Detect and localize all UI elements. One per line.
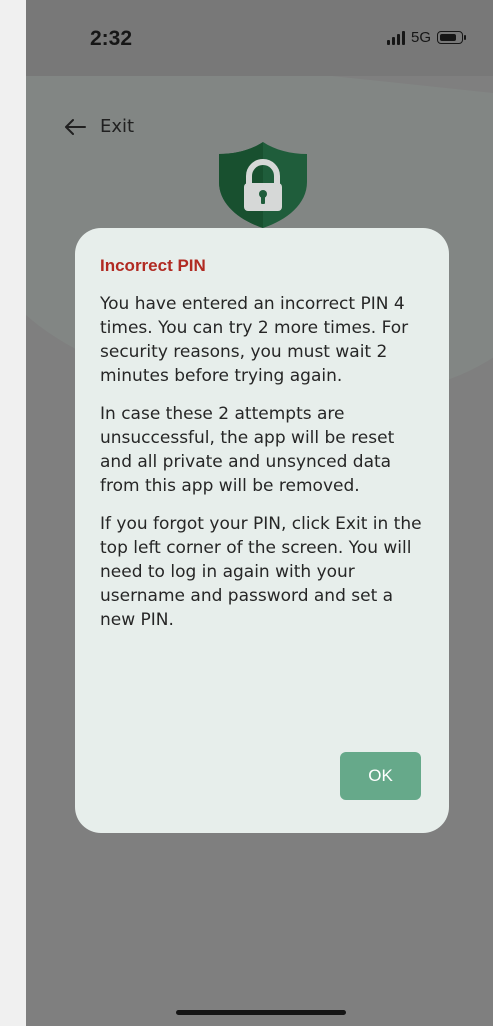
exit-button[interactable]: Exit bbox=[64, 116, 134, 137]
screen-frame-edge bbox=[0, 0, 26, 1026]
incorrect-pin-dialog: Incorrect PIN You have entered an incorr… bbox=[75, 228, 449, 833]
dialog-paragraph: In case these 2 attempts are unsuccessfu… bbox=[100, 404, 395, 496]
exit-label: Exit bbox=[100, 116, 135, 137]
battery-icon bbox=[437, 31, 466, 44]
status-indicators: 5G bbox=[386, 29, 466, 46]
dialog-title: Incorrect PIN bbox=[100, 256, 206, 275]
home-indicator[interactable] bbox=[176, 1010, 346, 1015]
status-time: 2:32 bbox=[90, 27, 133, 50]
ok-button[interactable]: OK bbox=[340, 752, 421, 800]
phone-screen: 2:32 5G Exit Incorrect PIN You have ente… bbox=[26, 0, 493, 1026]
shield-lock-icon bbox=[219, 142, 307, 228]
dialog-paragraph: You have entered an incorrect PIN 4 time… bbox=[100, 294, 409, 386]
status-bar: 2:32 5G bbox=[26, 0, 493, 76]
dialog-paragraph: If you forgot your PIN, click Exit in th… bbox=[100, 514, 422, 630]
arrow-left-icon bbox=[65, 118, 86, 135]
network-label: 5G bbox=[410, 29, 431, 46]
signal-icon bbox=[386, 30, 405, 45]
